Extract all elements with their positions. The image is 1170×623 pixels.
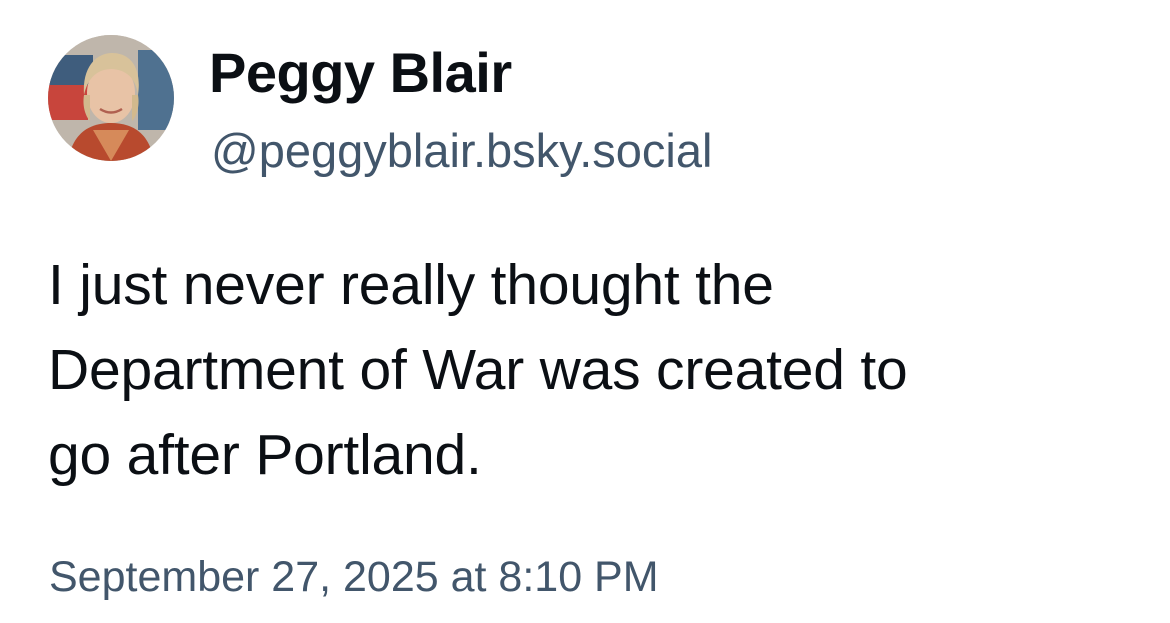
author-handle[interactable]: @peggyblair.bsky.social bbox=[211, 124, 712, 178]
post-timestamp[interactable]: September 27, 2025 at 8:10 PM bbox=[49, 552, 659, 604]
avatar-image bbox=[48, 35, 174, 161]
post-text-line: Department of War was created to bbox=[48, 338, 908, 402]
author-display-name[interactable]: Peggy Blair bbox=[209, 42, 512, 104]
post-text: I just never really thought the Departme… bbox=[48, 243, 1138, 498]
avatar[interactable] bbox=[48, 35, 174, 161]
post-card: Peggy Blair @peggyblair.bsky.social I ju… bbox=[0, 0, 1170, 623]
post-text-line: go after Portland. bbox=[48, 423, 482, 487]
post-text-line: I just never really thought the bbox=[48, 253, 774, 317]
